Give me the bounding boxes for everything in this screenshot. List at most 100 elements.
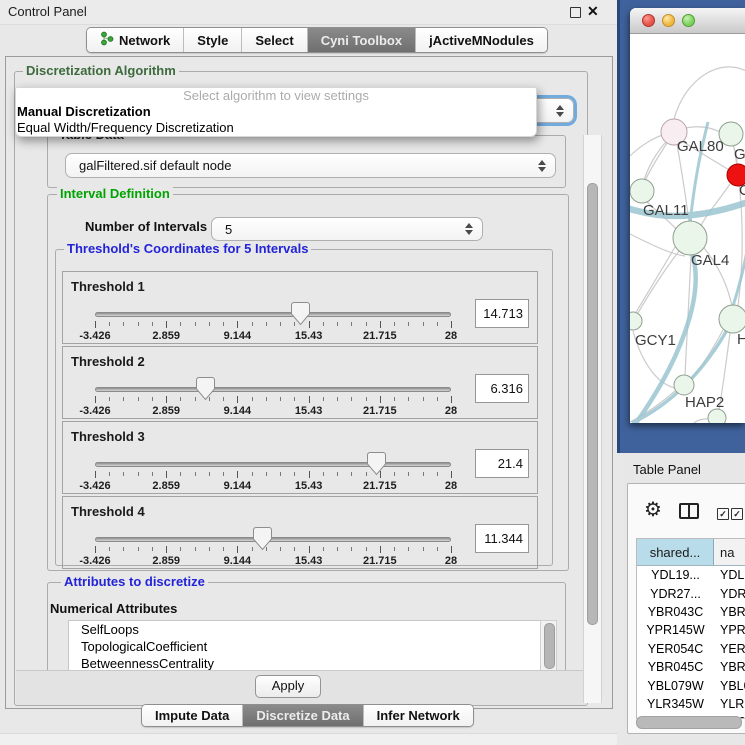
split-columns-icon[interactable] xyxy=(679,503,699,519)
cell-name[interactable]: YBR0 xyxy=(714,660,745,674)
close-traffic-light-icon[interactable] xyxy=(642,14,655,27)
close-icon[interactable]: ✕ xyxy=(587,3,599,20)
network-node[interactable] xyxy=(708,409,726,423)
table-row[interactable]: YER054CYER0 xyxy=(637,640,745,658)
cell-shared-name[interactable]: YBR043C xyxy=(637,605,714,619)
tab-style[interactable]: Style xyxy=(183,28,241,52)
column-header-shared-name[interactable]: shared... xyxy=(637,539,714,565)
tab-label: Infer Network xyxy=(377,708,460,723)
tab-discretize-data[interactable]: Discretize Data xyxy=(242,705,362,726)
cell-shared-name[interactable]: YBR045C xyxy=(637,660,714,674)
tab-label: Style xyxy=(197,33,228,48)
control-panel-titlebar: Control Panel ✕ xyxy=(0,0,617,25)
network-node-gcy1[interactable] xyxy=(630,312,642,330)
cell-name[interactable]: YDL1 xyxy=(714,568,745,582)
control-panel-body: Discretization Algorithm Select algorith… xyxy=(5,56,613,709)
table-row[interactable]: YDR27...YDR2 xyxy=(637,584,745,602)
tab-select[interactable]: Select xyxy=(241,28,306,52)
table-horizontal-scrollbar[interactable] xyxy=(634,716,745,728)
tab-cyni-toolbox[interactable]: Cyni Toolbox xyxy=(307,28,415,52)
table-row[interactable]: YBR043CYBR0 xyxy=(637,603,745,621)
attribute-item-topologicalcoefficient[interactable]: TopologicalCoefficient xyxy=(69,638,541,655)
tick-label: 15.43 xyxy=(295,330,323,342)
interval-definition-group: Interval Definition Number of Intervals … xyxy=(47,194,569,571)
node-attribute-table[interactable]: shared... na YDL19...YDL1YDR27...YDR2YBR… xyxy=(636,538,745,719)
network-view-window[interactable]: GAL80GACGAL11GAL4GCY1HHAP2 xyxy=(630,8,745,423)
control-panel-scrollbar[interactable] xyxy=(583,135,602,703)
threshold-slider[interactable]: -3.4262.8599.14415.4321.71528 xyxy=(95,381,451,419)
slider-thumb[interactable] xyxy=(291,302,310,326)
threshold-slider[interactable]: -3.4262.8599.14415.4321.71528 xyxy=(95,531,451,569)
tick-label: 2.859 xyxy=(152,330,180,342)
table-data-combo[interactable]: galFiltered.sif default node xyxy=(65,153,556,178)
slider-track[interactable] xyxy=(95,312,451,317)
tab-jactivemnodules[interactable]: jActiveMNodules xyxy=(415,28,547,52)
network-canvas[interactable]: GAL80GACGAL11GAL4GCY1HHAP2 xyxy=(630,34,745,423)
slider-thumb[interactable] xyxy=(253,527,272,551)
tick-label: 9.144 xyxy=(224,480,252,492)
cell-shared-name[interactable]: YLR345W xyxy=(637,697,714,711)
cell-shared-name[interactable]: YPR145W xyxy=(637,623,714,637)
algorithm-option-equal-width-frequency-discretization[interactable]: Equal Width/Frequency Discretization xyxy=(16,120,536,136)
network-node-gal4[interactable] xyxy=(673,221,707,255)
checkbox-icon[interactable]: ✓ xyxy=(731,508,743,520)
threshold-value-input[interactable] xyxy=(475,299,529,328)
network-node-h[interactable] xyxy=(719,305,745,333)
threshold-value-input[interactable] xyxy=(475,374,529,403)
algorithm-option-manual-discretization[interactable]: Manual Discretization xyxy=(16,104,536,120)
cell-shared-name[interactable]: YBL079W xyxy=(637,679,714,693)
table-row[interactable]: YLR345WYLR3 xyxy=(637,695,745,713)
tick-label: -3.426 xyxy=(79,330,110,342)
tab-impute-data[interactable]: Impute Data xyxy=(142,705,242,726)
number-of-intervals-value: 5 xyxy=(225,222,232,237)
cell-name[interactable]: YER0 xyxy=(714,642,745,656)
threshold-value-input[interactable] xyxy=(475,524,529,553)
cell-name[interactable]: YBL0 xyxy=(714,679,745,693)
tab-network[interactable]: Network xyxy=(87,28,183,52)
table-row[interactable]: YBR045CYBR0 xyxy=(637,658,745,676)
column-header-name[interactable]: na xyxy=(714,539,745,565)
tick-label: 2.859 xyxy=(152,405,180,417)
slider-track[interactable] xyxy=(95,387,451,392)
cell-shared-name[interactable]: YDR27... xyxy=(637,587,714,601)
tick-label: 2.859 xyxy=(152,555,180,567)
scrollbar-thumb[interactable] xyxy=(636,716,742,729)
network-window-titlebar[interactable] xyxy=(630,8,745,34)
scrollbar-thumb[interactable] xyxy=(544,623,555,669)
network-graph[interactable]: GAL80GACGAL11GAL4GCY1HHAP2 xyxy=(630,34,745,423)
network-node-gal11[interactable] xyxy=(630,179,654,203)
gear-icon[interactable]: ⚙ xyxy=(644,500,662,520)
cell-name[interactable]: YPR1 xyxy=(714,623,745,637)
slider-thumb[interactable] xyxy=(367,452,386,476)
zoom-traffic-light-icon[interactable] xyxy=(682,14,695,27)
slider-track[interactable] xyxy=(95,462,451,467)
tab-label: Discretize Data xyxy=(256,708,349,723)
table-row[interactable]: YDL19...YDL1 xyxy=(637,566,745,584)
numerical-attributes-list[interactable]: SelfLoopsTopologicalCoefficientBetweenne… xyxy=(68,620,542,673)
cell-name[interactable]: YLR3 xyxy=(714,697,745,711)
slider-track[interactable] xyxy=(95,537,451,542)
attribute-item-selfloops[interactable]: SelfLoops xyxy=(69,621,541,638)
tick-label: 9.144 xyxy=(224,555,252,567)
apply-row: Apply xyxy=(16,670,586,705)
threshold-value-input[interactable] xyxy=(475,449,529,478)
network-node-hap2[interactable] xyxy=(674,375,694,395)
cell-name[interactable]: YDR2 xyxy=(714,587,745,601)
minimize-traffic-light-icon[interactable] xyxy=(662,14,675,27)
slider-thumb[interactable] xyxy=(196,377,215,401)
cell-shared-name[interactable]: YDL19... xyxy=(637,568,714,582)
cell-name[interactable]: YBR0 xyxy=(714,605,745,619)
threshold-slider[interactable]: -3.4262.8599.14415.4321.71528 xyxy=(95,306,451,344)
table-row[interactable]: YPR145WYPR1 xyxy=(637,621,745,639)
apply-button[interactable]: Apply xyxy=(255,675,321,698)
checkbox-icon[interactable]: ✓ xyxy=(717,508,729,520)
attributes-list-scrollbar[interactable] xyxy=(540,620,557,671)
scrollbar-thumb[interactable] xyxy=(587,183,598,625)
number-of-intervals-combo[interactable]: 5 xyxy=(211,217,483,241)
cell-shared-name[interactable]: YER054C xyxy=(637,642,714,656)
table-data-group: Table Data galFiltered.sif default node xyxy=(47,135,566,188)
table-row[interactable]: YBL079WYBL0 xyxy=(637,676,745,694)
tab-infer-network[interactable]: Infer Network xyxy=(363,705,473,726)
threshold-slider[interactable]: -3.4262.8599.14415.4321.71528 xyxy=(95,456,451,494)
float-icon[interactable] xyxy=(570,7,581,18)
